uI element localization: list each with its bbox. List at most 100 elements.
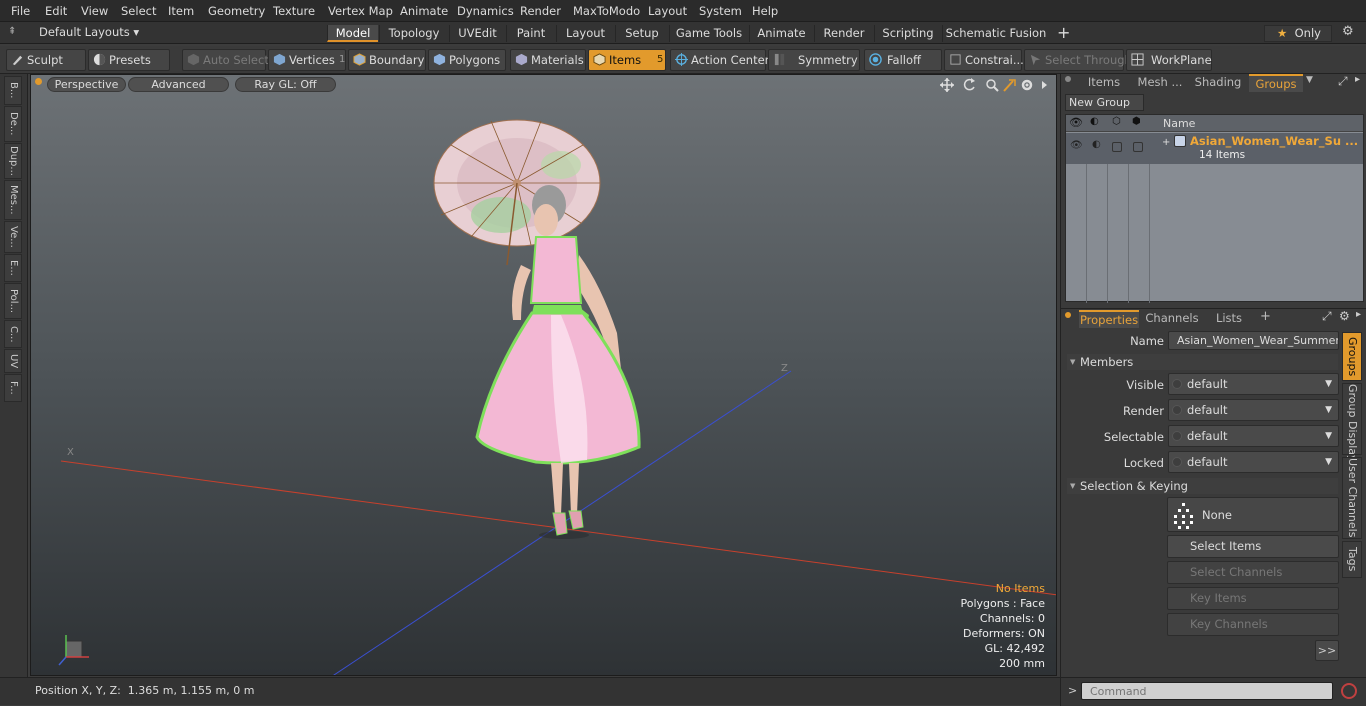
collapse-icon[interactable]: ⇞ — [8, 26, 16, 37]
materials-button[interactable]: Materials — [510, 49, 586, 71]
properties-gear-icon[interactable]: ⚙ — [1339, 309, 1350, 323]
menu-geometry[interactable]: Geometry — [208, 4, 265, 18]
select-through-button[interactable]: Select Through — [1024, 49, 1132, 71]
menu-select[interactable]: Select — [121, 4, 156, 18]
add-tab-icon[interactable]: + — [1057, 23, 1070, 42]
tab-render[interactable]: Render — [814, 25, 873, 42]
polygons-button[interactable]: Polygons — [428, 49, 506, 71]
tab-lists[interactable]: Lists — [1205, 310, 1253, 328]
tab-fusion[interactable]: F... — [4, 374, 22, 402]
select-col-icon[interactable]: ⬢ — [1132, 116, 1141, 127]
name-field[interactable]: Asian_Women_Wear_Summer_F — [1168, 331, 1339, 350]
constraints-button[interactable]: Constrai... — [944, 49, 1024, 71]
panel-arrow-icon[interactable]: ▸ — [1355, 74, 1360, 85]
workplane-button[interactable]: WorkPlane — [1126, 49, 1212, 71]
tab-items[interactable]: Items — [1079, 74, 1129, 92]
lock-col-icon[interactable]: ◐ — [1090, 116, 1099, 127]
add-tab-icon[interactable]: + — [1260, 309, 1271, 324]
key-items-button[interactable]: Key Items — [1167, 587, 1339, 610]
none-button[interactable]: None — [1167, 497, 1339, 532]
tab-mesh[interactable]: Mesh ... — [1133, 74, 1187, 92]
tab-polygon[interactable]: Pol... — [4, 283, 22, 319]
menu-layout[interactable]: Layout — [648, 4, 687, 18]
menu-maxtomodo[interactable]: MaxToModo — [573, 4, 640, 18]
action-center-button[interactable]: Action Center — [670, 49, 769, 71]
new-group-button[interactable]: New Group — [1065, 94, 1144, 111]
menu-file[interactable]: File — [11, 4, 30, 18]
presets-button[interactable]: Presets — [88, 49, 170, 71]
tab-basic[interactable]: B... — [4, 76, 22, 105]
side-tab-group-display[interactable]: Group Display — [1342, 383, 1362, 462]
name-column-header[interactable]: Name — [1163, 117, 1195, 130]
selection-keying-section[interactable]: Selection & Keying — [1067, 478, 1338, 494]
items-button[interactable]: Items 5 — [588, 49, 666, 71]
falloff-button[interactable]: Falloff — [864, 49, 942, 71]
visibility-col-icon[interactable]: 👁 — [1069, 116, 1083, 129]
group-name[interactable]: Asian_Women_Wear_Su ... — [1190, 134, 1358, 148]
record-icon[interactable] — [1341, 683, 1357, 699]
menu-texture[interactable]: Texture — [273, 4, 315, 18]
render-col-icon[interactable]: ⬡ — [1112, 116, 1121, 127]
menu-item[interactable]: Item — [168, 4, 194, 18]
menu-help[interactable]: Help — [752, 4, 778, 18]
select-channels-button[interactable]: Select Channels — [1167, 561, 1339, 584]
render-dropdown[interactable]: default ▼ — [1168, 399, 1339, 421]
command-input[interactable] — [1081, 682, 1333, 700]
tab-layout[interactable]: Layout — [556, 25, 614, 42]
row-lock-icon[interactable]: ◐ — [1092, 139, 1101, 150]
auto-select-button[interactable]: Auto Select — [182, 49, 269, 71]
row-eye-icon[interactable]: 👁 — [1070, 140, 1083, 151]
more-button[interactable]: >> — [1315, 640, 1339, 661]
tab-paint[interactable]: Paint — [506, 25, 555, 42]
selectable-dropdown[interactable]: default ▼ — [1168, 425, 1339, 447]
tab-uvedit[interactable]: UVEdit — [449, 25, 505, 42]
expand-panel-icon[interactable]: ⤢ — [1338, 74, 1348, 89]
tab-topology[interactable]: Topology — [379, 25, 448, 42]
gear-icon[interactable]: ⚙ — [1342, 24, 1354, 39]
layout-selector[interactable]: Default Layouts ▾ — [39, 25, 139, 39]
row-render-checkbox[interactable] — [1112, 142, 1122, 152]
only-toggle[interactable]: ★ Only — [1264, 25, 1332, 42]
side-tab-tags[interactable]: Tags — [1342, 541, 1362, 578]
locked-dropdown[interactable]: default ▼ — [1168, 451, 1339, 473]
tabs-dropdown-icon[interactable]: ▼ — [1306, 75, 1313, 85]
row-select-checkbox[interactable] — [1133, 142, 1143, 152]
tab-curve[interactable]: C... — [4, 320, 22, 348]
tab-model[interactable]: Model — [327, 25, 378, 42]
tab-scripting[interactable]: Scripting — [874, 25, 941, 42]
vertices-button[interactable]: Vertices 1 — [268, 49, 346, 71]
tab-schematic-fusion[interactable]: Schematic Fusion — [942, 25, 1049, 42]
tab-shading[interactable]: Shading — [1191, 74, 1245, 92]
tab-properties[interactable]: Properties — [1079, 310, 1139, 328]
menu-dynamics[interactable]: Dynamics — [457, 4, 514, 18]
side-tab-user-channels[interactable]: User Channels — [1342, 457, 1362, 539]
menu-animate[interactable]: Animate — [400, 4, 448, 18]
tab-edge[interactable]: E... — [4, 254, 22, 282]
boundary-button[interactable]: Boundary — [348, 49, 426, 71]
menu-view[interactable]: View — [81, 4, 108, 18]
visible-dropdown[interactable]: default ▼ — [1168, 373, 1339, 395]
tab-groups[interactable]: Groups — [1249, 74, 1303, 92]
menu-render[interactable]: Render — [520, 4, 561, 18]
tab-mesh-edit[interactable]: Mes... — [4, 180, 22, 220]
tab-vertex[interactable]: Ve... — [4, 221, 22, 253]
group-row[interactable]: 👁 ◐ + Asian_Women_Wear_Su ... 14 Items — [1066, 133, 1363, 164]
sculpt-button[interactable]: Sculpt — [6, 49, 86, 71]
menu-vertex-map[interactable]: Vertex Map — [328, 4, 393, 18]
tab-uv[interactable]: UV — [4, 349, 22, 373]
tab-channels[interactable]: Channels — [1143, 310, 1201, 328]
expand-group-icon[interactable]: + — [1162, 137, 1170, 148]
3d-viewport[interactable]: Perspective Advanced Ray GL: Off X Z No … — [30, 74, 1057, 676]
select-items-button[interactable]: Select Items — [1167, 535, 1339, 558]
tab-duplicate[interactable]: Dup... — [4, 143, 22, 179]
key-channels-button[interactable]: Key Channels — [1167, 613, 1339, 636]
tab-animate[interactable]: Animate — [749, 25, 813, 42]
side-tab-groups[interactable]: Groups — [1342, 332, 1362, 381]
symmetry-button[interactable]: Symmetry — [768, 49, 860, 71]
members-section[interactable]: Members — [1067, 354, 1338, 370]
panel-arrow-icon[interactable]: ▸ — [1356, 309, 1361, 320]
menu-edit[interactable]: Edit — [45, 4, 67, 18]
tab-setup[interactable]: Setup — [615, 25, 668, 42]
tab-deform[interactable]: De... — [4, 106, 22, 142]
expand-panel-icon[interactable]: ⤢ — [1322, 309, 1332, 324]
